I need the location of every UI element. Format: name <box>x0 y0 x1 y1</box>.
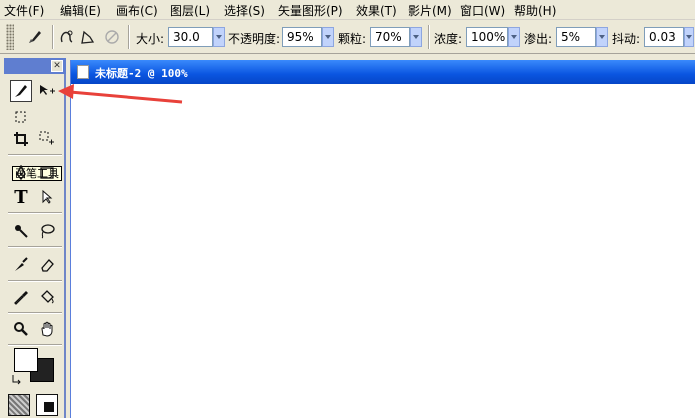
annotation-arrow-icon <box>58 84 183 104</box>
